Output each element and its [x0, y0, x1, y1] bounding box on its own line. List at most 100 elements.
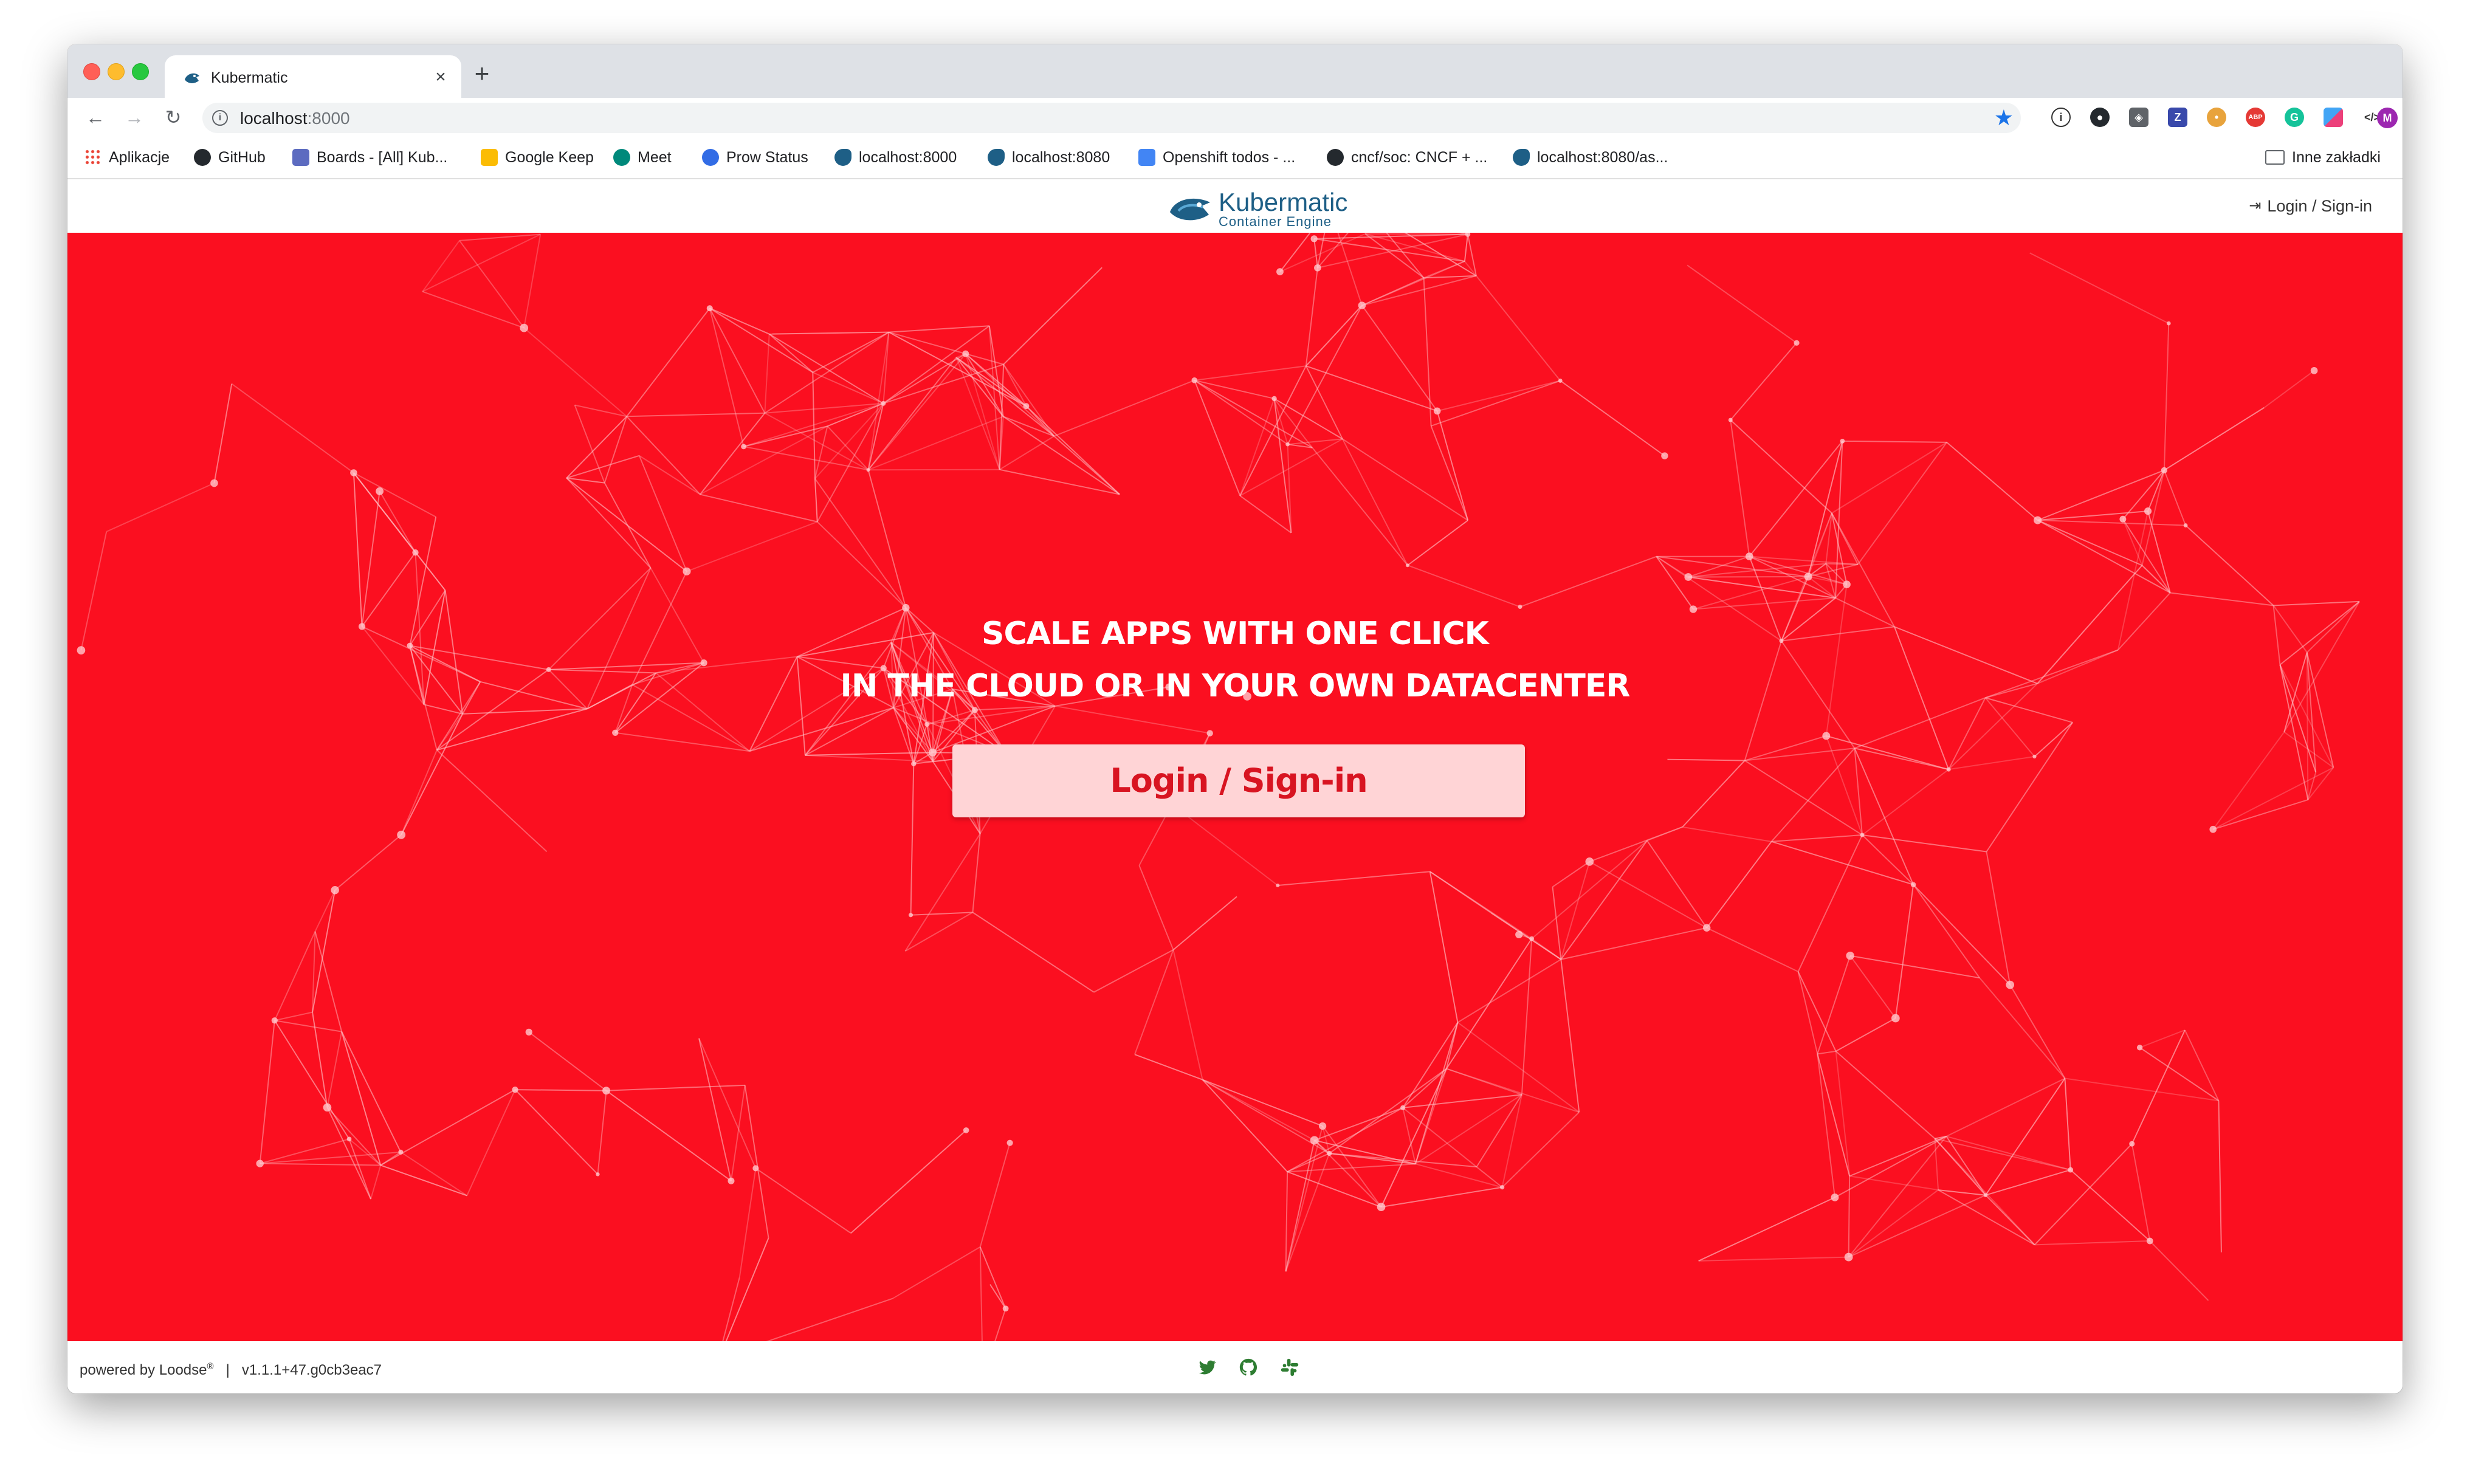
- network-line: [415, 552, 446, 591]
- bookmark-item[interactable]: Openshift todos - ...: [1138, 146, 1295, 168]
- extension-icon[interactable]: [2324, 108, 2343, 127]
- network-line: [1407, 520, 1468, 566]
- site-info-icon[interactable]: i: [212, 110, 228, 126]
- bookmark-star-icon[interactable]: ★: [1994, 105, 2014, 131]
- network-node: [1023, 403, 1030, 410]
- twitter-icon[interactable]: [1197, 1357, 1217, 1378]
- brand-logo[interactable]: Kubermatic Container Engine: [1168, 187, 1350, 229]
- kubermatic-icon: [1513, 149, 1530, 166]
- bookmark-item[interactable]: localhost:8080/as...: [1513, 146, 1668, 168]
- network-node: [2006, 980, 2015, 989]
- network-node: [1891, 1014, 1900, 1023]
- network-line: [1552, 887, 1562, 960]
- address-bar[interactable]: i localhost:8000 ★: [202, 103, 2021, 133]
- network-line: [2034, 1143, 2133, 1246]
- slack-icon[interactable]: [1279, 1357, 1300, 1378]
- network-node: [398, 1149, 404, 1155]
- bookmark-item[interactable]: localhost:8000: [834, 146, 957, 168]
- window-close-button[interactable]: [83, 63, 100, 80]
- network-line: [523, 234, 542, 328]
- network-line: [2184, 1029, 2220, 1101]
- bookmarks-bar: Aplikacje GitHub Boards - [All] Kub... G…: [67, 137, 2403, 179]
- network-line: [615, 732, 750, 752]
- network-node: [728, 1177, 735, 1184]
- network-node: [1191, 377, 1198, 383]
- login-signin-button[interactable]: Login / Sign-in: [952, 744, 1525, 817]
- bookmark-item[interactable]: localhost:8080: [988, 146, 1110, 168]
- reload-button[interactable]: ↻: [161, 105, 185, 129]
- network-node: [928, 748, 937, 757]
- header-login-link[interactable]: ⇥ Login / Sign-in: [2249, 195, 2372, 217]
- bookmark-item[interactable]: Aplikacje: [84, 146, 170, 168]
- powered-by-text: powered by: [80, 1362, 156, 1378]
- network-line: [2064, 1078, 2071, 1170]
- network-line: [1552, 861, 1590, 888]
- web-page: Kubermatic Container Engine ⇥ Login / Si…: [67, 179, 2403, 1393]
- brand-subtitle: Container Engine: [1219, 214, 1332, 229]
- bookmark-item[interactable]: Boards - [All] Kub...: [292, 146, 447, 168]
- network-node: [1529, 936, 1535, 941]
- extension-icon[interactable]: ◈: [2129, 108, 2148, 127]
- network-line: [1194, 379, 1313, 448]
- network-line: [1093, 949, 1174, 993]
- bookmark-item[interactable]: GitHub: [194, 146, 266, 168]
- forward-button[interactable]: →: [122, 105, 146, 129]
- cookie-icon[interactable]: •: [2207, 108, 2226, 127]
- network-line: [326, 1031, 343, 1108]
- network-line: [1646, 840, 1708, 929]
- network-line: [1501, 1111, 1580, 1188]
- network-line: [765, 402, 884, 414]
- github-icon[interactable]: ●: [2090, 108, 2110, 127]
- network-line: [1423, 278, 1432, 427]
- network-node: [1794, 340, 1800, 346]
- adblock-icon[interactable]: ABP: [2246, 108, 2265, 127]
- network-line: [2170, 592, 2274, 606]
- bookmark-item[interactable]: cncf/soc: CNCF + ...: [1327, 146, 1487, 168]
- network-node: [1327, 1150, 1332, 1156]
- 1password-icon[interactable]: i: [2051, 108, 2071, 127]
- github-icon[interactable]: [1238, 1357, 1259, 1378]
- tab-close-icon[interactable]: ×: [430, 66, 452, 88]
- kubermatic-icon: [185, 73, 199, 83]
- network-line: [528, 1031, 607, 1091]
- network-line: [1285, 1125, 1324, 1272]
- tab-strip: Kubermatic × +: [67, 44, 2403, 99]
- network-line: [1560, 959, 1580, 1113]
- network-node: [2166, 321, 2171, 326]
- other-bookmarks-folder[interactable]: Inne zakładki: [2265, 146, 2381, 168]
- network-node: [1702, 924, 1711, 932]
- site-header: Kubermatic Container Engine ⇥ Login / Si…: [67, 179, 2403, 233]
- network-line: [273, 931, 316, 1021]
- kubermatic-logo-icon: [1170, 198, 1210, 221]
- profile-avatar[interactable]: M: [2377, 108, 2398, 128]
- network-node: [376, 487, 384, 495]
- url-text[interactable]: localhost:8000: [240, 109, 350, 128]
- network-line: [1381, 1186, 1502, 1208]
- network-line: [1202, 1079, 1288, 1172]
- tab-kubermatic[interactable]: Kubermatic ×: [165, 55, 461, 99]
- network-line: [709, 307, 770, 335]
- bookmark-item[interactable]: Google Keep: [481, 146, 594, 168]
- bookmark-item[interactable]: Meet: [613, 146, 672, 168]
- new-tab-button[interactable]: +: [469, 61, 495, 88]
- network-node: [962, 350, 969, 357]
- network-line: [1698, 1256, 1849, 1262]
- hero-headline-2: IN THE CLOUD OR IN YOUR OWN DATACENTER: [840, 668, 1631, 704]
- network-line: [893, 707, 934, 753]
- apps-grid-icon: [84, 149, 101, 166]
- bookmark-item[interactable]: Prow Status: [702, 146, 808, 168]
- grammarly-icon[interactable]: G: [2285, 108, 2304, 127]
- window-maximize-button[interactable]: [132, 63, 149, 80]
- back-button[interactable]: ←: [83, 105, 108, 129]
- network-line: [700, 413, 766, 495]
- zotero-icon[interactable]: Z: [2168, 108, 2187, 127]
- network-line: [1687, 264, 1797, 344]
- network-line: [1194, 379, 1288, 445]
- network-line: [1698, 1197, 1835, 1262]
- network-line: [1825, 584, 1848, 737]
- loodse-link[interactable]: Loodse: [159, 1362, 207, 1378]
- network-line: [459, 240, 525, 329]
- network-line: [2122, 518, 2171, 593]
- network-line: [904, 833, 981, 952]
- window-minimize-button[interactable]: [108, 63, 125, 80]
